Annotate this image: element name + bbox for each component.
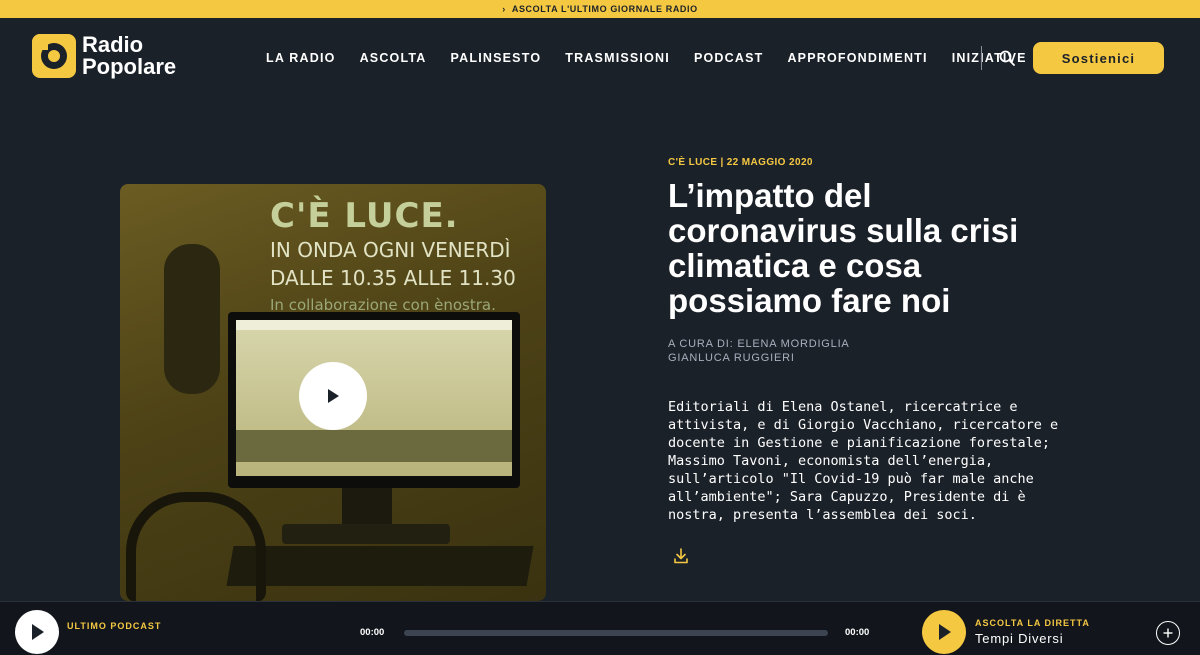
nav-item-trasmissioni[interactable]: TRASMISSIONI — [565, 51, 670, 65]
promo-title: C'È LUCE. — [270, 196, 459, 236]
nav-item-palinsesto[interactable]: PALINSESTO — [451, 51, 542, 65]
plus-icon — [1163, 628, 1173, 638]
live-show-name: Tempi Diversi — [975, 631, 1064, 646]
promo-line-2: IN ONDA OGNI VENERDÌ — [270, 238, 511, 262]
expand-button[interactable] — [1156, 621, 1180, 645]
keyboard-shape — [226, 546, 534, 586]
article-authors: A CURA DI: ELENA MORDIGLIA GIANLUCA RUGG… — [668, 337, 850, 365]
logo-line2: Popolare — [82, 54, 177, 79]
chevron-right-icon: › — [502, 4, 506, 14]
nav-item-podcast[interactable]: PODCAST — [694, 51, 764, 65]
nav-item-la-radio[interactable]: LA RADIO — [266, 51, 336, 65]
podcast-play-button[interactable] — [15, 610, 59, 654]
logo[interactable]: Radio Popolare — [32, 34, 176, 78]
latest-news-label[interactable]: ASCOLTA L'ULTIMO GIORNALE RADIO — [512, 4, 698, 14]
logo-text: Radio Popolare — [82, 34, 176, 78]
headphones-shape — [126, 492, 266, 601]
meta-separator: | — [720, 157, 724, 168]
nav-item-ascolta[interactable]: ASCOLTA — [360, 51, 427, 65]
article-meta: C'È LUCE | 22 MAGGIO 2020 — [668, 157, 813, 168]
promo-text: C'È LUCE. IN ONDA OGNI VENERDÌ DALLE 10.… — [270, 196, 516, 314]
time-total: 00:00 — [845, 627, 870, 638]
progress-bar[interactable] — [404, 630, 828, 636]
time-elapsed: 00:00 — [360, 627, 385, 638]
microphone-shape — [164, 244, 220, 394]
nav-item-approfondimenti[interactable]: APPROFONDIMENTI — [787, 51, 927, 65]
authors-line-2: GIANLUCA RUGGIERI — [668, 352, 795, 364]
main-nav: LA RADIO ASCOLTA PALINSESTO TRASMISSIONI… — [266, 18, 1051, 98]
search-icon[interactable] — [999, 50, 1015, 66]
audio-player: ULTIMO PODCAST 00:00 00:00 ASCOLTA LA DI… — [0, 601, 1200, 655]
nav-item-iniziative[interactable]: INIZIATIVE — [952, 51, 1027, 65]
article-hero-image: C'È LUCE. IN ONDA OGNI VENERDÌ DALLE 10.… — [120, 184, 546, 601]
nav-divider — [981, 46, 982, 70]
monitor-base — [282, 524, 450, 544]
play-icon[interactable] — [299, 362, 367, 430]
promo-line-3: DALLE 10.35 ALLE 11.30 — [270, 266, 516, 290]
live-play-button[interactable] — [922, 610, 966, 654]
logo-line1: Radio — [82, 32, 144, 57]
last-podcast-label: ULTIMO PODCAST — [67, 621, 162, 631]
live-label: ASCOLTA LA DIRETTA — [975, 618, 1090, 628]
site-header: Radio Popolare LA RADIO ASCOLTA PALINSES… — [0, 18, 1200, 98]
latest-news-bar[interactable]: › ASCOLTA L'ULTIMO GIORNALE RADIO — [0, 0, 1200, 18]
article-title: L’impatto del coronavirus sulla crisi cl… — [668, 177, 1019, 319]
article-description: Editoriali di Elena Ostanel, ricercatric… — [668, 399, 1059, 523]
monitor-stand — [342, 488, 392, 528]
authors-line-1: A CURA DI: ELENA MORDIGLIA — [668, 338, 850, 350]
monitor-shape — [228, 312, 520, 488]
support-button[interactable]: Sostienici — [1033, 42, 1164, 74]
article-category[interactable]: C'È LUCE — [668, 157, 717, 168]
download-icon[interactable] — [674, 548, 688, 564]
article-date: 22 MAGGIO 2020 — [726, 157, 813, 168]
logo-mark-icon — [32, 34, 76, 78]
